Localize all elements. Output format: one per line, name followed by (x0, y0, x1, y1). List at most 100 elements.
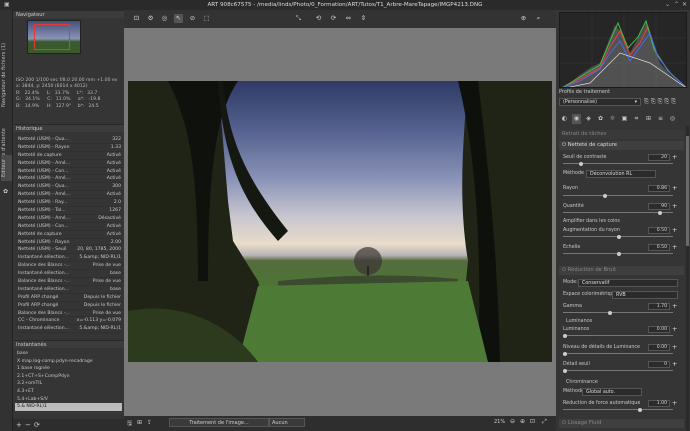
history-row[interactable]: Netteté (USM) - Con... Activé (16, 223, 123, 231)
window-menu-icon[interactable]: ▣ (4, 0, 10, 10)
zoom-select[interactable]: Aucun (269, 418, 305, 427)
echelle-reset[interactable]: + (672, 244, 677, 251)
snapshot-item[interactable]: base (15, 350, 122, 358)
update-snapshot-icon[interactable]: ⟳ (34, 421, 40, 429)
histogram[interactable] (559, 12, 687, 88)
add-icon[interactable]: ⊕ (519, 14, 528, 23)
reduction-reset[interactable]: + (672, 400, 677, 407)
history-row[interactable]: Netteté (USM) - Rayon 2.00 (16, 239, 123, 247)
espace-select[interactable]: RVB (612, 291, 678, 299)
right-scrollbar[interactable] (686, 126, 689, 431)
close-icon[interactable]: ✕ (682, 0, 687, 10)
transform-icon[interactable]: ▣ (620, 114, 629, 124)
history-row[interactable]: Netteté de capture Activé (16, 152, 123, 160)
color-picker-icon[interactable]: ⊘ (188, 14, 197, 23)
section-noise-reduction[interactable]: ⏻ Réduction de Bruit (559, 266, 684, 275)
augmentation-value[interactable]: 0.50 (648, 227, 670, 234)
history-row[interactable]: Netteté de capture Activé (16, 231, 123, 239)
seuil-value[interactable]: 20 (648, 154, 670, 161)
zoom-fit-icon[interactable]: ⊡ (530, 418, 535, 425)
history-row[interactable]: Netteté (USM) - Con... Activé (16, 168, 123, 176)
history-header[interactable]: Historique (13, 124, 124, 132)
navigator-thumbnail[interactable] (27, 20, 81, 54)
raw-icon[interactable]: ⌗ (632, 114, 641, 124)
history-row[interactable]: Profil ARP changé Depuis le fichier (16, 294, 123, 302)
gamma-slider[interactable] (563, 310, 673, 315)
section-spot-removal[interactable]: Retrait de tâches (559, 130, 684, 139)
detail-slider[interactable] (563, 351, 673, 356)
image-canvas[interactable] (124, 28, 556, 416)
luminance-value[interactable]: 0.00 (648, 326, 670, 333)
minimize-icon[interactable]: ⌄ (665, 0, 670, 10)
history-row[interactable]: Netteté (USM) - Amé... Activé (16, 175, 123, 184)
profile-select[interactable]: (Personnalisé) ▾ (559, 98, 641, 106)
detail-reset[interactable]: + (672, 344, 677, 351)
snapshot-item[interactable]: X map.log-comp.pdyn-recadrage (15, 358, 122, 366)
methode-chr-select[interactable]: Global auto. (582, 388, 642, 396)
history-row[interactable]: Instantané sélection... 5.&amp; NID-RL)1 (16, 254, 123, 263)
zoom-fit-icon[interactable]: ⊡ (132, 14, 141, 23)
history-row[interactable]: Netteté (USM) - Ray... 2.0 (16, 199, 123, 208)
history-row[interactable]: Balance des Blancs -... Prise de vue (16, 278, 123, 286)
lens-icon[interactable]: ◎ (668, 114, 677, 124)
snapshot-item[interactable]: 4.3+ET (15, 388, 122, 396)
snapshots-header[interactable]: Instantanés (13, 340, 124, 348)
history-row[interactable]: Netteté (USM) - Amé... Désactivé (16, 215, 123, 223)
detail-value[interactable]: 0.00 (648, 344, 670, 351)
meta-icon[interactable]: ⊞ (644, 114, 653, 124)
snapshot-item[interactable]: 1 base rognée (15, 365, 122, 373)
queue-icon[interactable]: ⊞ (137, 419, 142, 426)
quantite-slider[interactable] (563, 210, 673, 215)
reduction-value[interactable]: 1.00 (648, 400, 670, 407)
augmentation-reset[interactable]: + (672, 227, 677, 234)
snapshot-item[interactable]: 5.& NID-RL)1 (15, 403, 122, 411)
rayon-reset[interactable]: + (672, 185, 677, 192)
zoom-in-icon[interactable]: ⊕ (520, 418, 525, 425)
remove-snapshot-icon[interactable]: − (25, 421, 31, 429)
luminance-slider[interactable] (563, 333, 673, 338)
seuil-slider[interactable] (563, 161, 673, 166)
exposure-icon[interactable]: ◐ (560, 114, 569, 124)
straighten-icon[interactable]: ⤡ (294, 14, 303, 23)
history-row[interactable]: Instantané sélection... base (16, 286, 123, 294)
settings-icon[interactable]: ⚙ (146, 14, 155, 23)
quantite-value[interactable]: 90 (648, 203, 670, 210)
color-icon[interactable]: ◈ (584, 114, 593, 124)
reduction-slider[interactable] (563, 407, 673, 412)
history-row[interactable]: Netteté (USM) - Qua... 300 (16, 183, 123, 192)
detail-icon[interactable]: ◉ (572, 114, 581, 124)
flip-v-icon[interactable]: ⇕ (359, 14, 368, 23)
methode-select[interactable]: Déconvolution RL (586, 170, 656, 178)
navigator-viewport-rect[interactable] (34, 24, 70, 50)
seuil-reset[interactable]: + (672, 154, 677, 161)
fullscreen-icon[interactable]: ⤢ (542, 418, 547, 426)
section-fluid-smoothing[interactable]: ⏻ Lissage Fluid (559, 419, 684, 428)
local-icon[interactable]: ☼ (608, 114, 617, 124)
flip-h-icon[interactable]: ⇔ (344, 14, 353, 23)
rotate-left-icon[interactable]: ⟲ (314, 14, 323, 23)
seuil-detail-slider[interactable] (563, 368, 673, 373)
scroll-thumb[interactable] (686, 136, 689, 246)
echelle-value[interactable]: 0.50 (648, 244, 670, 251)
history-row[interactable]: Profil ARP changé Depuis le fichier (16, 302, 123, 310)
history-row[interactable]: Netteté (USM) - Amé... Activé (16, 191, 123, 200)
history-row[interactable]: Netteté (USM) - Rayon 1.33 (16, 144, 123, 152)
mode-select[interactable]: Conservatif (578, 279, 678, 287)
history-list[interactable]: Netteté (USM) - Qua... 322 Netteté (USM) -… (16, 136, 123, 336)
zoom-out-icon[interactable]: ⊖ (510, 418, 515, 425)
wb-icon[interactable]: ≡ (656, 114, 665, 124)
crosshair-icon[interactable]: ◎ (160, 14, 169, 23)
history-row[interactable]: Balance des Blancs -... Prise de vue (16, 310, 123, 318)
rayon-value[interactable]: 0.86 (648, 185, 670, 192)
snapshot-item[interactable]: 5.4+Lab+S/V (15, 396, 122, 404)
tab-editor[interactable]: Editeur (1, 155, 12, 181)
history-row[interactable]: Balance des Blancs -... Prise de vue (16, 262, 123, 271)
section-capture-sharpening[interactable]: ⏻ Netteté de capture (559, 141, 684, 150)
seuil-detail-reset[interactable]: + (672, 361, 677, 368)
gamma-reset[interactable]: + (672, 303, 677, 310)
rayon-slider[interactable] (563, 193, 673, 198)
echelle-slider[interactable] (563, 251, 673, 256)
advanced-icon[interactable]: ✿ (596, 114, 605, 124)
seuil-detail-value[interactable]: 0 (648, 361, 670, 368)
quantite-reset[interactable]: + (672, 203, 677, 210)
